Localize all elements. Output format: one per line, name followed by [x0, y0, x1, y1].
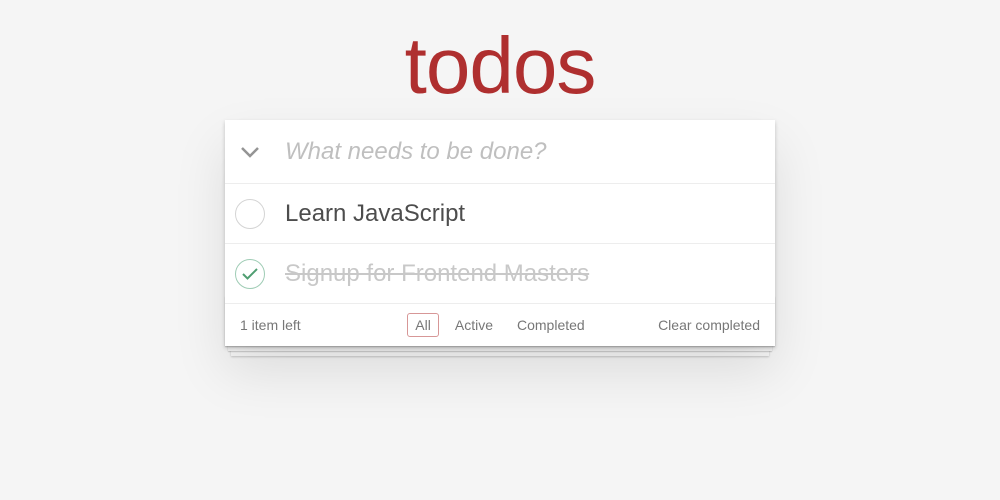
filter-completed[interactable]: Completed [509, 313, 593, 337]
todo-label[interactable]: Learn JavaScript [275, 200, 775, 228]
toggle-checkbox[interactable] [225, 184, 275, 243]
toggle-all-button[interactable] [225, 146, 275, 158]
todo-list: Learn JavaScript Signup for Frontend Mas… [225, 184, 775, 304]
clear-completed-button[interactable]: Clear completed [658, 317, 760, 333]
todo-item: Learn JavaScript [225, 184, 775, 244]
filter-active[interactable]: Active [447, 313, 501, 337]
filter-all[interactable]: All [407, 313, 439, 337]
header [225, 120, 775, 184]
toggle-checkbox[interactable] [225, 244, 275, 303]
check-icon [241, 267, 259, 281]
todo-item: Signup for Frontend Masters [225, 244, 775, 304]
items-left-count: 1 item left [240, 317, 301, 333]
app-title: todos [405, 20, 596, 112]
todo-label[interactable]: Signup for Frontend Masters [275, 260, 775, 288]
footer: 1 item left All Active Completed Clear c… [225, 304, 775, 346]
todo-app: Learn JavaScript Signup for Frontend Mas… [225, 120, 775, 346]
new-todo-input[interactable] [275, 122, 775, 182]
chevron-down-icon [240, 146, 260, 158]
